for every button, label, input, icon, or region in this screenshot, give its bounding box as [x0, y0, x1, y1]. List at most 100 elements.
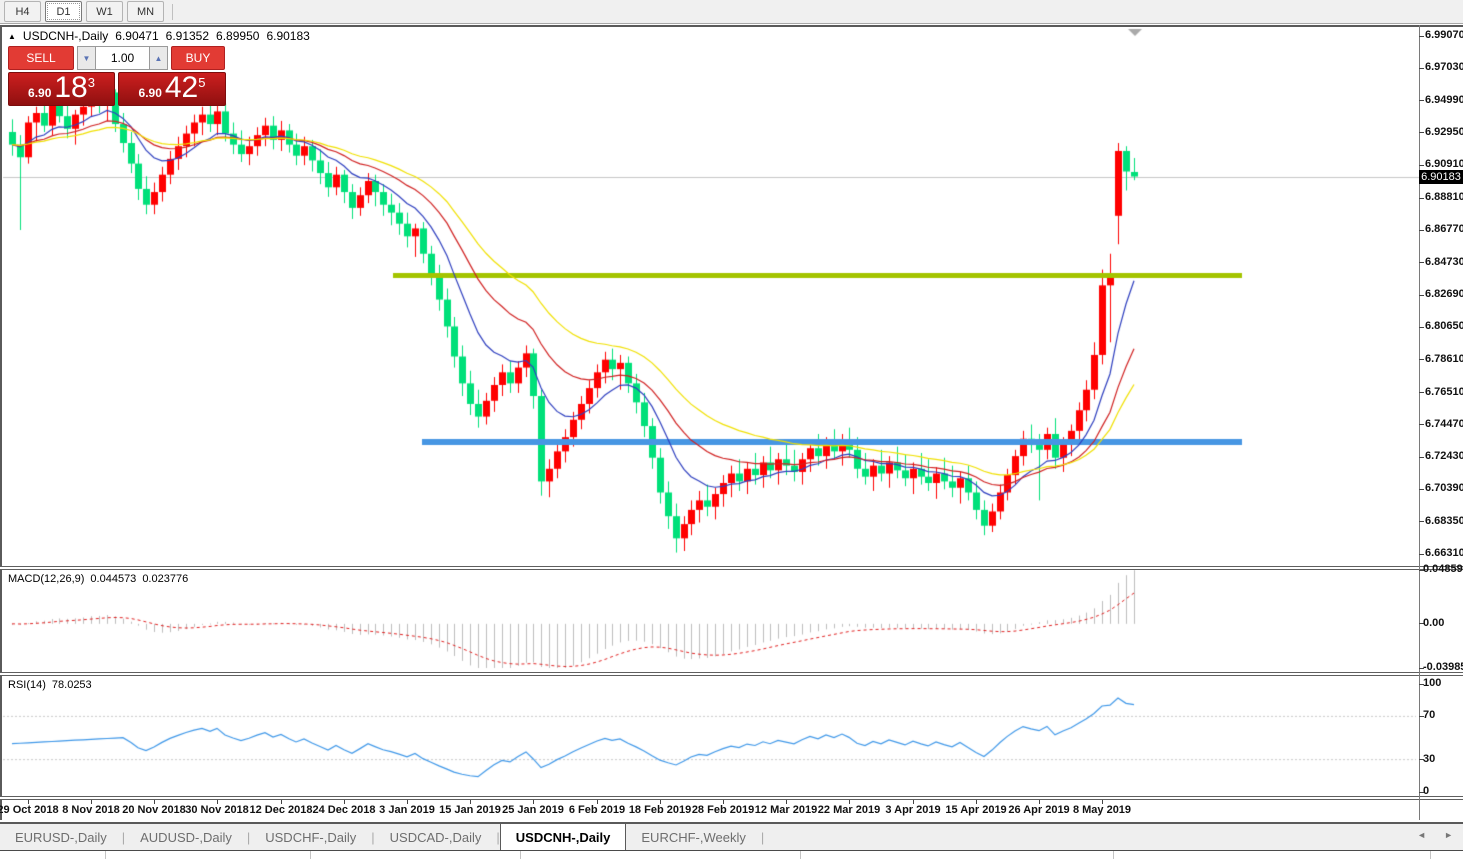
- chart-title: ▲ USDCNH-,Daily 6.90471 6.91352 6.89950 …: [8, 29, 310, 43]
- price-tick: [1419, 36, 1424, 37]
- price-tick: [1419, 457, 1424, 458]
- docked-panel-separator: [1113, 851, 1114, 859]
- ohlc-low: 6.89950: [216, 29, 259, 43]
- price-axis-line[interactable]: [1419, 25, 1420, 820]
- sell-price-box[interactable]: 6.90 18 3: [8, 72, 115, 106]
- tabs-scroll-right-button[interactable]: ►: [1444, 830, 1453, 840]
- price-tick: [1419, 392, 1424, 393]
- buy-button[interactable]: BUY: [171, 46, 225, 70]
- chart-tab-usdcnh[interactable]: USDCNH-,Daily: [500, 823, 627, 850]
- date-axis-label: 8 May 2019: [1073, 804, 1131, 816]
- volume-increase-button[interactable]: ▲: [149, 46, 168, 70]
- timeframe-button-d1[interactable]: D1: [45, 1, 82, 22]
- price-axis-label: 6.78610: [1425, 353, 1463, 365]
- price-tick: [1419, 262, 1424, 263]
- rsi-label: RSI(14)78.0253: [8, 679, 98, 691]
- price-tick: [1419, 359, 1424, 360]
- date-axis-label: 20 Nov 2018: [122, 804, 186, 816]
- timeframe-button-h4[interactable]: H4: [4, 1, 41, 22]
- chart-tab-eurusd[interactable]: EURUSD-,Daily: [0, 824, 122, 850]
- rsi-scale-label: 100: [1423, 677, 1441, 689]
- price-axis-label: 6.74470: [1425, 418, 1463, 430]
- price-tick: [1419, 489, 1424, 490]
- toolbar-separator: [172, 4, 173, 20]
- docked-panel-edge: [0, 850, 1463, 859]
- date-axis-label: 15 Apr 2019: [945, 804, 1006, 816]
- date-axis-label: 15 Jan 2019: [439, 804, 501, 816]
- rsi-scale-label: 30: [1423, 753, 1435, 765]
- price-axis-label: 6.82690: [1425, 288, 1463, 300]
- docked-panel-separator: [1430, 851, 1431, 859]
- sell-price-main: 18: [54, 73, 87, 103]
- ohlc-open: 6.90471: [115, 29, 158, 43]
- ohlc-close: 6.90183: [266, 29, 309, 43]
- rsi-scale-label: 0: [1423, 785, 1429, 797]
- sell-button[interactable]: SELL: [8, 46, 74, 70]
- chart-tab-usdcad[interactable]: USDCAD-,Daily: [375, 824, 497, 850]
- docked-panel-separator: [800, 851, 801, 859]
- buy-price-prefix: 6.90: [139, 86, 162, 100]
- price-axis-label: 6.84730: [1425, 256, 1463, 268]
- chart-tab-eurchf[interactable]: EURCHF-,Weekly: [626, 824, 761, 850]
- timeframe-button-w1[interactable]: W1: [86, 1, 123, 22]
- chart-tab-audusd[interactable]: AUDUSD-,Daily: [125, 824, 247, 850]
- timeframe-toolbar: H4D1W1MN: [0, 0, 1463, 24]
- current-price-tag: 6.90183: [1419, 170, 1463, 184]
- date-axis-label: 3 Apr 2019: [885, 804, 940, 816]
- rsi-value: 78.0253: [52, 679, 92, 691]
- price-axis-label: 6.66310: [1425, 547, 1463, 559]
- macd-scale-label: 0.00: [1423, 617, 1444, 629]
- volume-stepper: ▼ ▲: [77, 46, 168, 70]
- macd-scale-label: 0.048594: [1423, 563, 1463, 575]
- volume-input[interactable]: [96, 46, 149, 70]
- price-axis-label: 6.70390: [1425, 482, 1463, 494]
- price-axis-label: 6.97030: [1425, 61, 1463, 73]
- collapse-chart-icon[interactable]: ▲: [8, 32, 16, 41]
- buy-price-pip: 5: [198, 75, 205, 90]
- date-axis-label: 24 Dec 2018: [313, 804, 376, 816]
- price-axis-label: 6.86770: [1425, 223, 1463, 235]
- price-tick: [1419, 230, 1424, 231]
- docked-panel-separator: [105, 851, 106, 859]
- price-axis-label: 6.90910: [1425, 158, 1463, 170]
- rsi-dates-separator: [0, 796, 1463, 800]
- macd-signal-value: 0.023776: [142, 573, 188, 585]
- macd-main-value: 0.044573: [90, 573, 136, 585]
- date-axis-label: 6 Feb 2019: [569, 804, 625, 816]
- volume-decrease-button[interactable]: ▼: [77, 46, 96, 70]
- price-axis-label: 6.72430: [1425, 450, 1463, 462]
- date-axis-label: 25 Jan 2019: [502, 804, 564, 816]
- date-axis-label: 12 Mar 2019: [755, 804, 817, 816]
- macd-rsi-separator[interactable]: [0, 672, 1463, 676]
- chart-symbol-label: USDCNH-,Daily: [23, 29, 108, 43]
- one-click-trading-panel: SELL ▼ ▲ BUY 6.90 18 3 6.90 42 5: [8, 46, 228, 106]
- price-tick: [1419, 68, 1424, 69]
- timeframe-button-mn[interactable]: MN: [127, 1, 164, 22]
- price-tick: [1419, 165, 1424, 166]
- date-axis-label: 12 Dec 2018: [250, 804, 313, 816]
- date-axis-label: 18 Feb 2019: [629, 804, 691, 816]
- date-axis-label: 29 Oct 2018: [0, 804, 59, 816]
- price-axis-label: 6.88810: [1425, 191, 1463, 203]
- tabs-scroll-left-button[interactable]: ◄: [1417, 830, 1426, 840]
- price-tick: [1419, 295, 1424, 296]
- tab-separator: |: [761, 830, 764, 845]
- buy-price-box[interactable]: 6.90 42 5: [118, 72, 226, 106]
- price-tick: [1419, 198, 1424, 199]
- price-macd-separator[interactable]: [0, 566, 1463, 570]
- price-chart-canvas[interactable]: [0, 25, 1419, 800]
- price-tick: [1419, 100, 1424, 101]
- price-tick: [1419, 132, 1424, 133]
- terminal-window: H4D1W1MN ▲ USDCNH-,Daily 6.90471 6.91352…: [0, 0, 1463, 859]
- macd-scale-label: -0.039856: [1423, 661, 1463, 673]
- date-axis-label: 22 Mar 2019: [818, 804, 880, 816]
- price-axis-label: 6.80650: [1425, 320, 1463, 332]
- chart-tabbar: ◄ ► EURUSD-,Daily|AUDUSD-,Daily|USDCHF-,…: [0, 822, 1463, 850]
- docked-panel-separator: [520, 851, 521, 859]
- date-axis-label: 30 Nov 2018: [185, 804, 249, 816]
- chart-tab-usdchf[interactable]: USDCHF-,Daily: [250, 824, 371, 850]
- ohlc-high: 6.91352: [166, 29, 209, 43]
- price-tick: [1419, 554, 1424, 555]
- sell-price-prefix: 6.90: [28, 86, 51, 100]
- buy-price-main: 42: [165, 73, 198, 103]
